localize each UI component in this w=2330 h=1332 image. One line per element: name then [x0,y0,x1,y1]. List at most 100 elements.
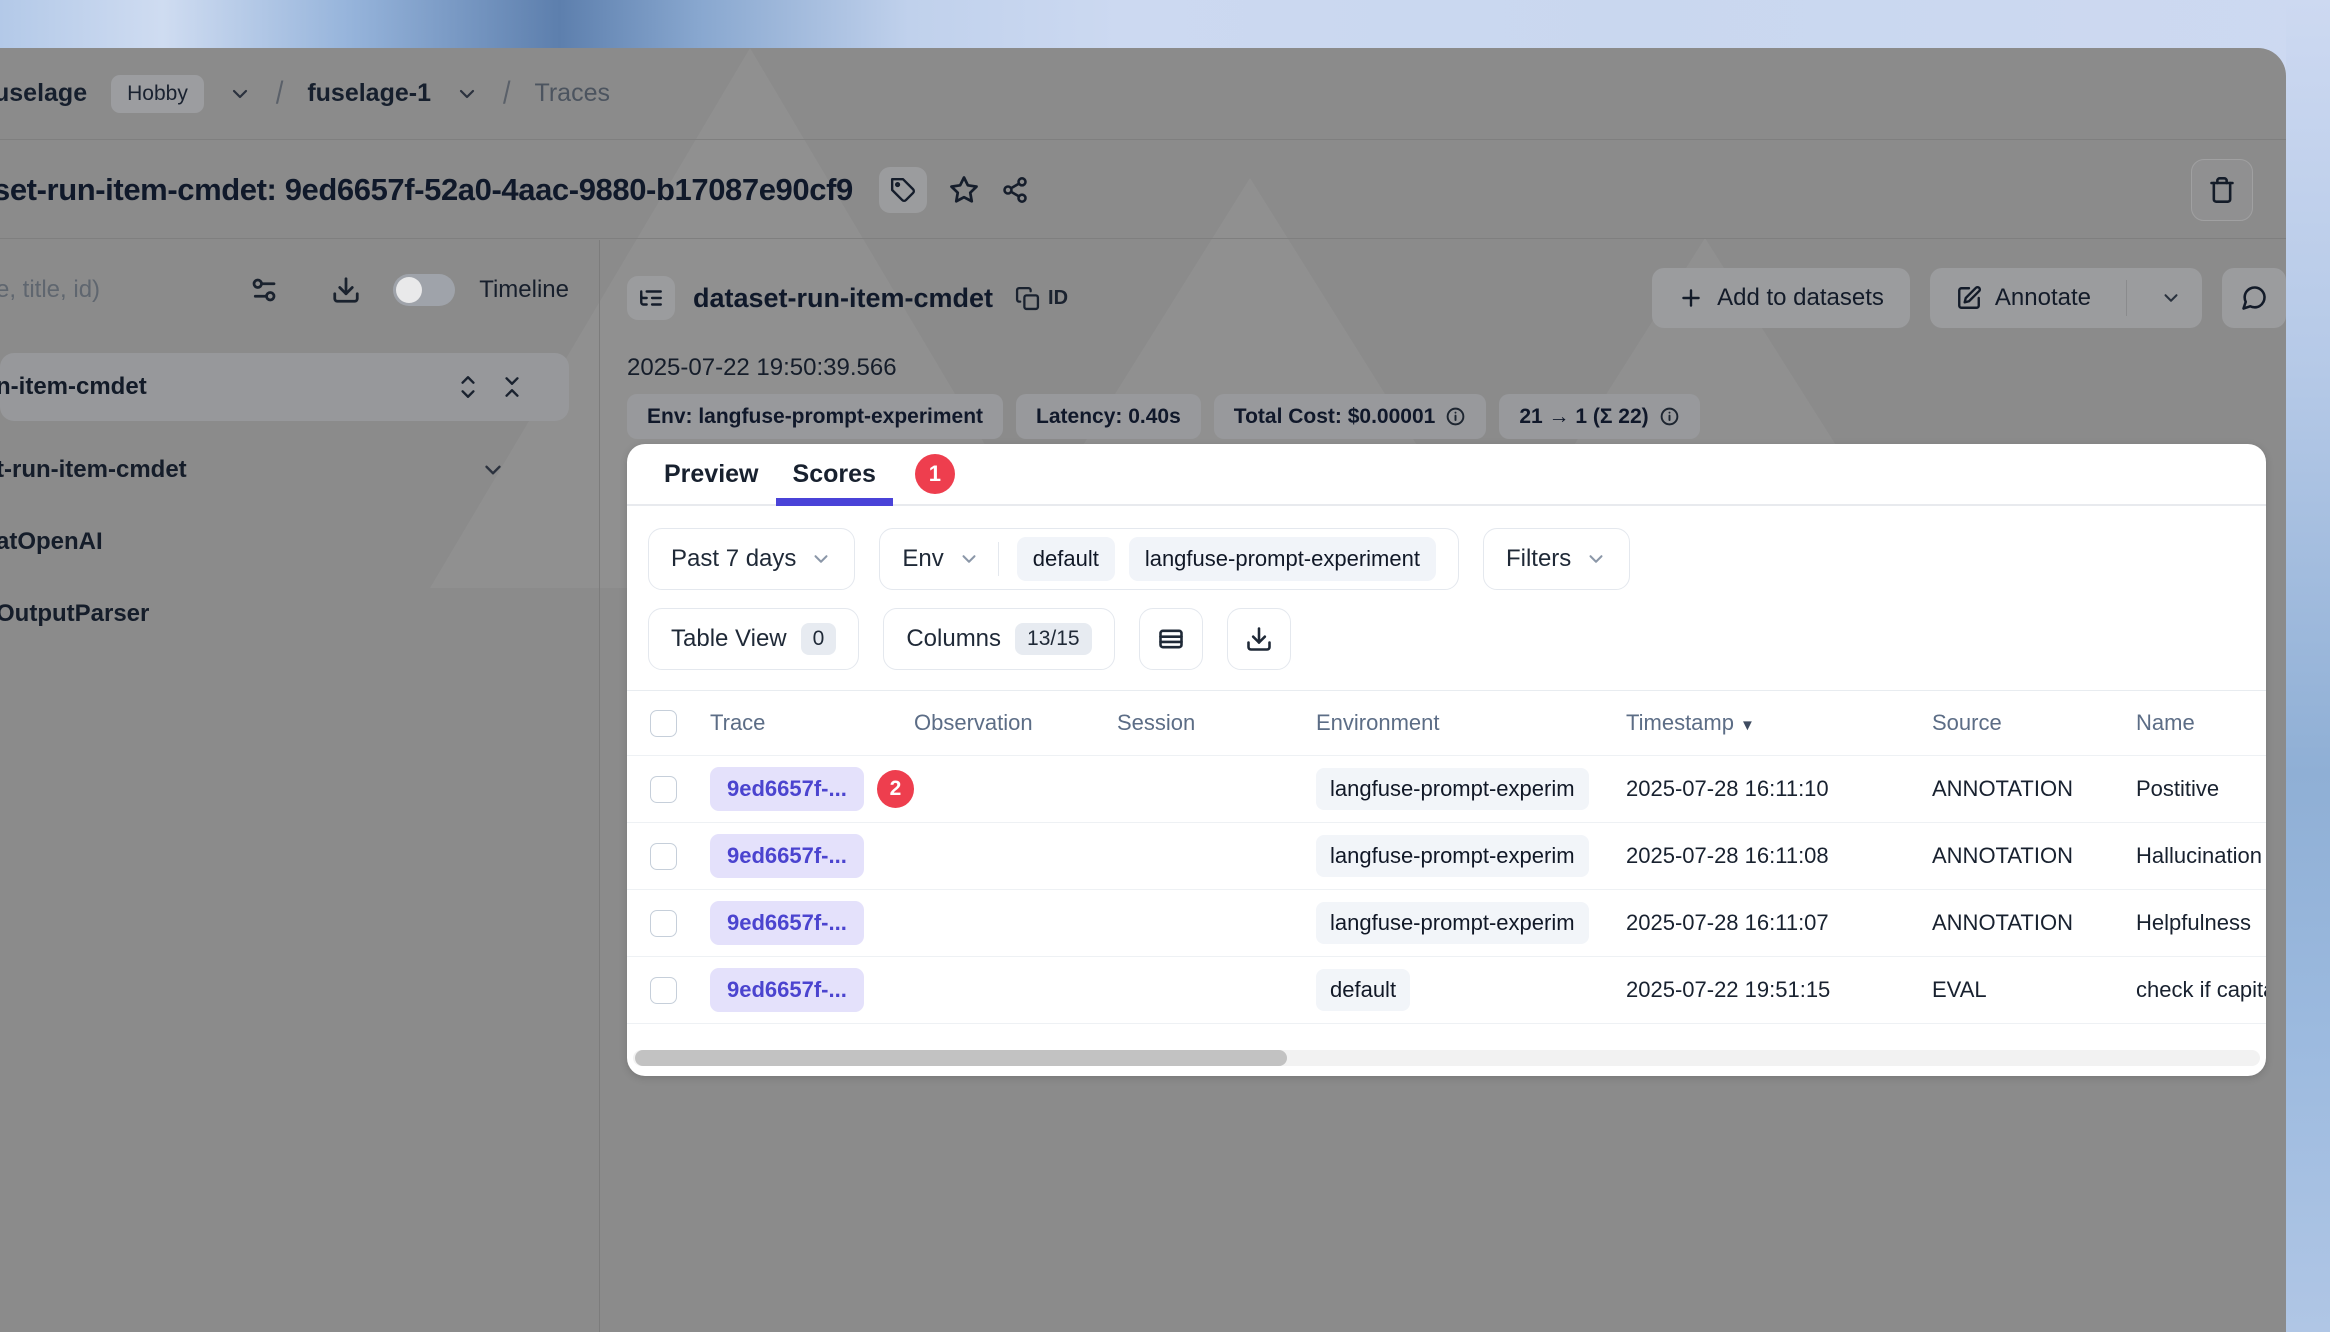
tree-item-label: OutputParser [0,600,149,628]
chevron-down-icon[interactable] [480,457,506,483]
observation-panel: dataset-run-item-cmdet ID Add to dataset… [600,240,2286,1332]
env-value-chip[interactable]: langfuse-prompt-experiment [1129,537,1436,581]
timestamp-cell: 2025-07-28 16:11:08 [1626,843,1932,869]
plus-icon [1678,285,1704,311]
environment-chip: langfuse-prompt-experim [1316,768,1589,810]
latency-badge: Latency: 0.40s [1016,394,1201,439]
tab-preview[interactable]: Preview [647,444,776,504]
timestamp-cell: 2025-07-28 16:11:10 [1626,776,1932,802]
breadcrumb-separator: / [276,76,284,112]
environment-chip: langfuse-prompt-experim [1316,835,1589,877]
annotate-dropdown-chevron[interactable] [2140,287,2202,309]
delete-button[interactable] [2191,159,2253,221]
date-range-filter[interactable]: Past 7 days [648,528,855,590]
trace-link[interactable]: 9ed6657f-... [710,767,864,811]
rows-icon [1157,625,1185,653]
info-icon[interactable] [1445,406,1466,427]
search-input[interactable]: e, title, id) [0,276,245,304]
trash-icon [2208,176,2236,204]
info-icon[interactable] [1659,406,1680,427]
observation-timestamp: 2025-07-22 19:50:39.566 [627,354,2286,382]
fold-all-icon[interactable] [499,374,525,400]
filters-button[interactable]: Filters [1483,528,1630,590]
source-cell: ANNOTATION [1932,776,2136,802]
timeline-label: Timeline [479,276,569,304]
unfold-all-icon[interactable] [455,374,481,400]
trace-link[interactable]: 9ed6657f-... [710,968,864,1012]
view-settings-icon[interactable] [249,275,279,305]
columns-count: 13/15 [1015,623,1092,655]
breadcrumb-org[interactable]: uselage [0,79,87,108]
columns-button[interactable]: Columns 13/15 [883,608,1114,670]
name-cell: check if capital [2136,977,2266,1003]
download-icon[interactable] [331,275,361,305]
annotation-marker-1: 1 [915,454,955,494]
col-header-timestamp[interactable]: Timestamp▼ [1626,710,1932,736]
tree-item-label: n-item-cmdet [0,373,147,401]
breadcrumb-project[interactable]: fuselage-1 [307,79,431,108]
table-view-count: 0 [801,623,837,655]
col-header-session[interactable]: Session [1117,710,1316,736]
app-window: uselage Hobby / fuselage-1 / Traces set-… [0,48,2286,1332]
desktop-background [2286,0,2330,1332]
col-header-source[interactable]: Source [1932,710,2136,736]
row-checkbox[interactable] [650,977,677,1004]
export-button[interactable] [1227,608,1291,670]
toggle-knob [396,277,422,303]
title-bar: set-run-item-cmdet: 9ed6657f-52a0-4aac-9… [0,141,2286,239]
row-height-button[interactable] [1139,608,1203,670]
trace-tree-sidebar: e, title, id) Timeline n-item-cmdet [0,240,600,1332]
tab-scores[interactable]: Scores [776,444,893,504]
table-row[interactable]: 9ed6657f-... 2 langfuse-prompt-experim 2… [627,756,2266,823]
scores-card: Preview Scores 1 Past 7 days [627,444,2266,1076]
comments-button[interactable] [2222,268,2286,328]
chevron-down-icon[interactable] [455,82,479,106]
select-all-checkbox[interactable] [650,710,677,737]
tokens-badge: 21 → 1 (Σ 22) [1499,394,1699,439]
observation-name: dataset-run-item-cmdet [693,283,993,314]
col-header-trace[interactable]: Trace [710,710,914,736]
copy-icon[interactable] [1015,286,1040,311]
col-header-observation[interactable]: Observation [914,710,1117,736]
row-checkbox[interactable] [650,910,677,937]
tree-item[interactable]: atOpenAI [0,520,569,564]
tag-icon[interactable] [879,167,927,213]
row-checkbox[interactable] [650,843,677,870]
scrollbar-thumb[interactable] [635,1050,1287,1066]
col-header-name[interactable]: Name [2136,710,2266,736]
table-row[interactable]: 9ed6657f-... langfuse-prompt-experim 202… [627,823,2266,890]
table-row[interactable]: 9ed6657f-... default 2025-07-22 19:51:15… [627,957,2266,1024]
annotation-marker-2: 2 [877,770,914,808]
tree-item[interactable]: OutputParser [0,592,569,636]
tree-item-selected[interactable]: n-item-cmdet [0,353,569,421]
annotate-button[interactable]: Annotate [1930,268,2202,328]
copy-id-label[interactable]: ID [1048,287,1068,310]
share-icon[interactable] [1001,176,1029,204]
timeline-toggle[interactable] [393,274,455,306]
plan-badge: Hobby [111,75,204,113]
breadcrumb-section[interactable]: Traces [535,79,610,108]
name-cell: Postitive [2136,776,2266,802]
source-cell: ANNOTATION [1932,843,2136,869]
env-value-chip[interactable]: default [1017,537,1115,581]
table-view-button[interactable]: Table View 0 [648,608,859,670]
trace-link[interactable]: 9ed6657f-... [710,901,864,945]
tree-item[interactable]: t-run-item-cmdet [0,448,569,492]
source-cell: EVAL [1932,977,2136,1003]
tree-item-label: atOpenAI [0,528,103,556]
horizontal-scrollbar[interactable] [633,1050,2260,1066]
col-header-environment[interactable]: Environment [1316,710,1626,736]
page-title: set-run-item-cmdet: 9ed6657f-52a0-4aac-9… [0,172,853,208]
timestamp-cell: 2025-07-28 16:11:07 [1626,910,1932,936]
breadcrumb-separator: / [503,76,511,112]
scores-table: Trace Observation Session Environment Ti… [627,690,2266,1024]
star-icon[interactable] [949,175,979,205]
name-cell: Hallucination [2136,843,2266,869]
button-divider [2126,280,2127,316]
add-to-datasets-button[interactable]: Add to datasets [1652,268,1910,328]
chevron-down-icon[interactable] [228,82,252,106]
table-row[interactable]: 9ed6657f-... langfuse-prompt-experim 202… [627,890,2266,957]
trace-link[interactable]: 9ed6657f-... [710,834,864,878]
env-filter[interactable]: Env default langfuse-prompt-experiment [879,528,1459,590]
row-checkbox[interactable] [650,776,677,803]
